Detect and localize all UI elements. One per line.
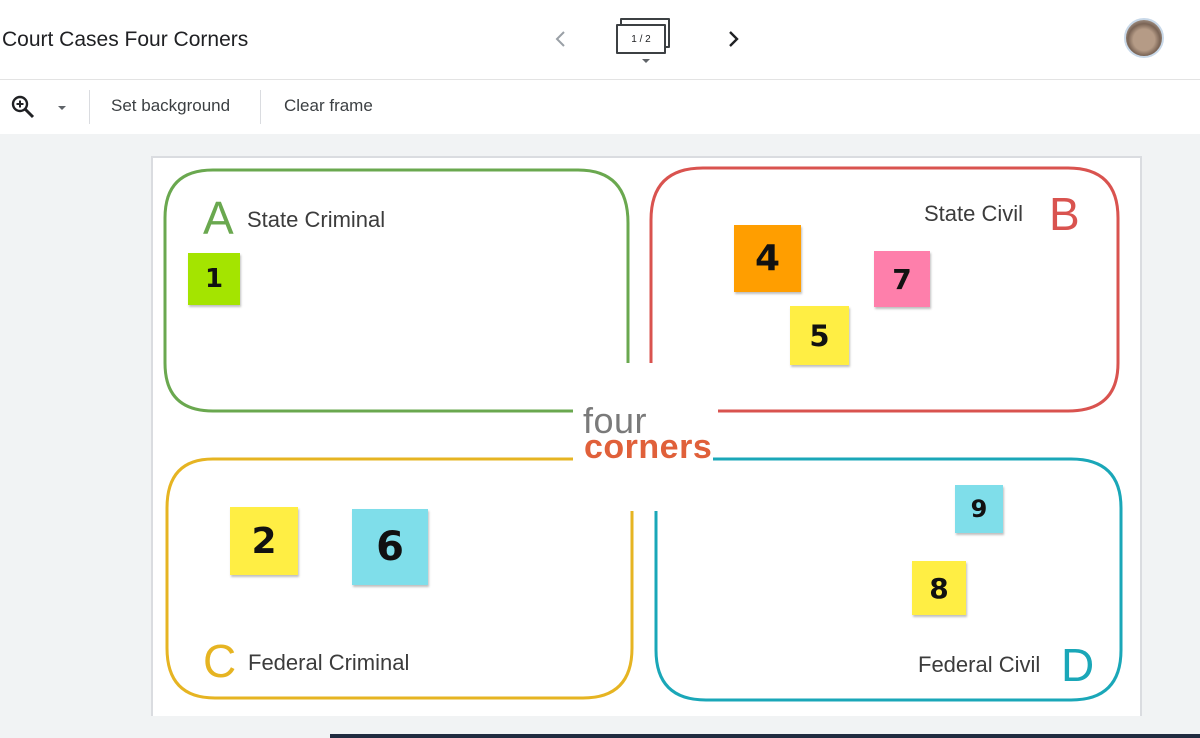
- corner-d-outline: [654, 457, 1123, 702]
- jam-canvas[interactable]: A State Criminal State Civil B C Federal…: [151, 156, 1142, 716]
- zoom-dropdown-button[interactable]: [54, 100, 70, 116]
- corner-b-letter: B: [1049, 188, 1080, 240]
- toolbar-divider: [89, 90, 90, 124]
- sticky-note[interactable]: 4: [734, 225, 801, 292]
- corner-a-label: State Criminal: [247, 207, 386, 232]
- set-background-button[interactable]: Set background: [111, 96, 230, 116]
- sticky-note[interactable]: 8: [912, 561, 966, 615]
- sticky-note[interactable]: 9: [955, 485, 1003, 533]
- sticky-note[interactable]: 1: [188, 253, 240, 305]
- bottom-scrollbar[interactable]: [330, 734, 1200, 738]
- corner-c-label: Federal Criminal: [248, 650, 410, 675]
- frame-toolbar: Set background Clear frame: [0, 80, 1200, 134]
- user-avatar[interactable]: [1124, 18, 1164, 58]
- corner-d-label: Federal Civil: [918, 652, 1041, 677]
- zoom-button[interactable]: [8, 92, 38, 122]
- frame-selector[interactable]: 1 / 2: [612, 14, 680, 66]
- frame-number: 1 / 2: [616, 24, 666, 54]
- chevron-right-icon: [729, 31, 739, 47]
- chevron-left-icon: [555, 31, 565, 47]
- top-bar: Court Cases Four Corners 1 / 2: [0, 0, 1200, 80]
- next-frame-button[interactable]: [720, 24, 746, 54]
- caret-down-icon: [642, 59, 650, 63]
- corner-c-letter: C: [203, 635, 237, 687]
- corner-d-letter: D: [1061, 639, 1095, 691]
- sticky-note[interactable]: 5: [790, 306, 849, 365]
- clear-frame-button[interactable]: Clear frame: [284, 96, 373, 116]
- sticky-note[interactable]: 2: [230, 507, 298, 575]
- previous-frame-button[interactable]: [548, 24, 574, 54]
- logo-corners-text: corners: [584, 428, 713, 466]
- corner-a-letter: A: [203, 192, 234, 244]
- corner-b-label: State Civil: [924, 201, 1024, 226]
- zoom-in-icon: [11, 95, 35, 119]
- document-title[interactable]: Court Cases Four Corners: [2, 28, 248, 52]
- toolbar-divider: [260, 90, 261, 124]
- sticky-note[interactable]: 7: [874, 251, 930, 307]
- caret-down-icon: [58, 106, 66, 110]
- sticky-note[interactable]: 6: [352, 509, 428, 585]
